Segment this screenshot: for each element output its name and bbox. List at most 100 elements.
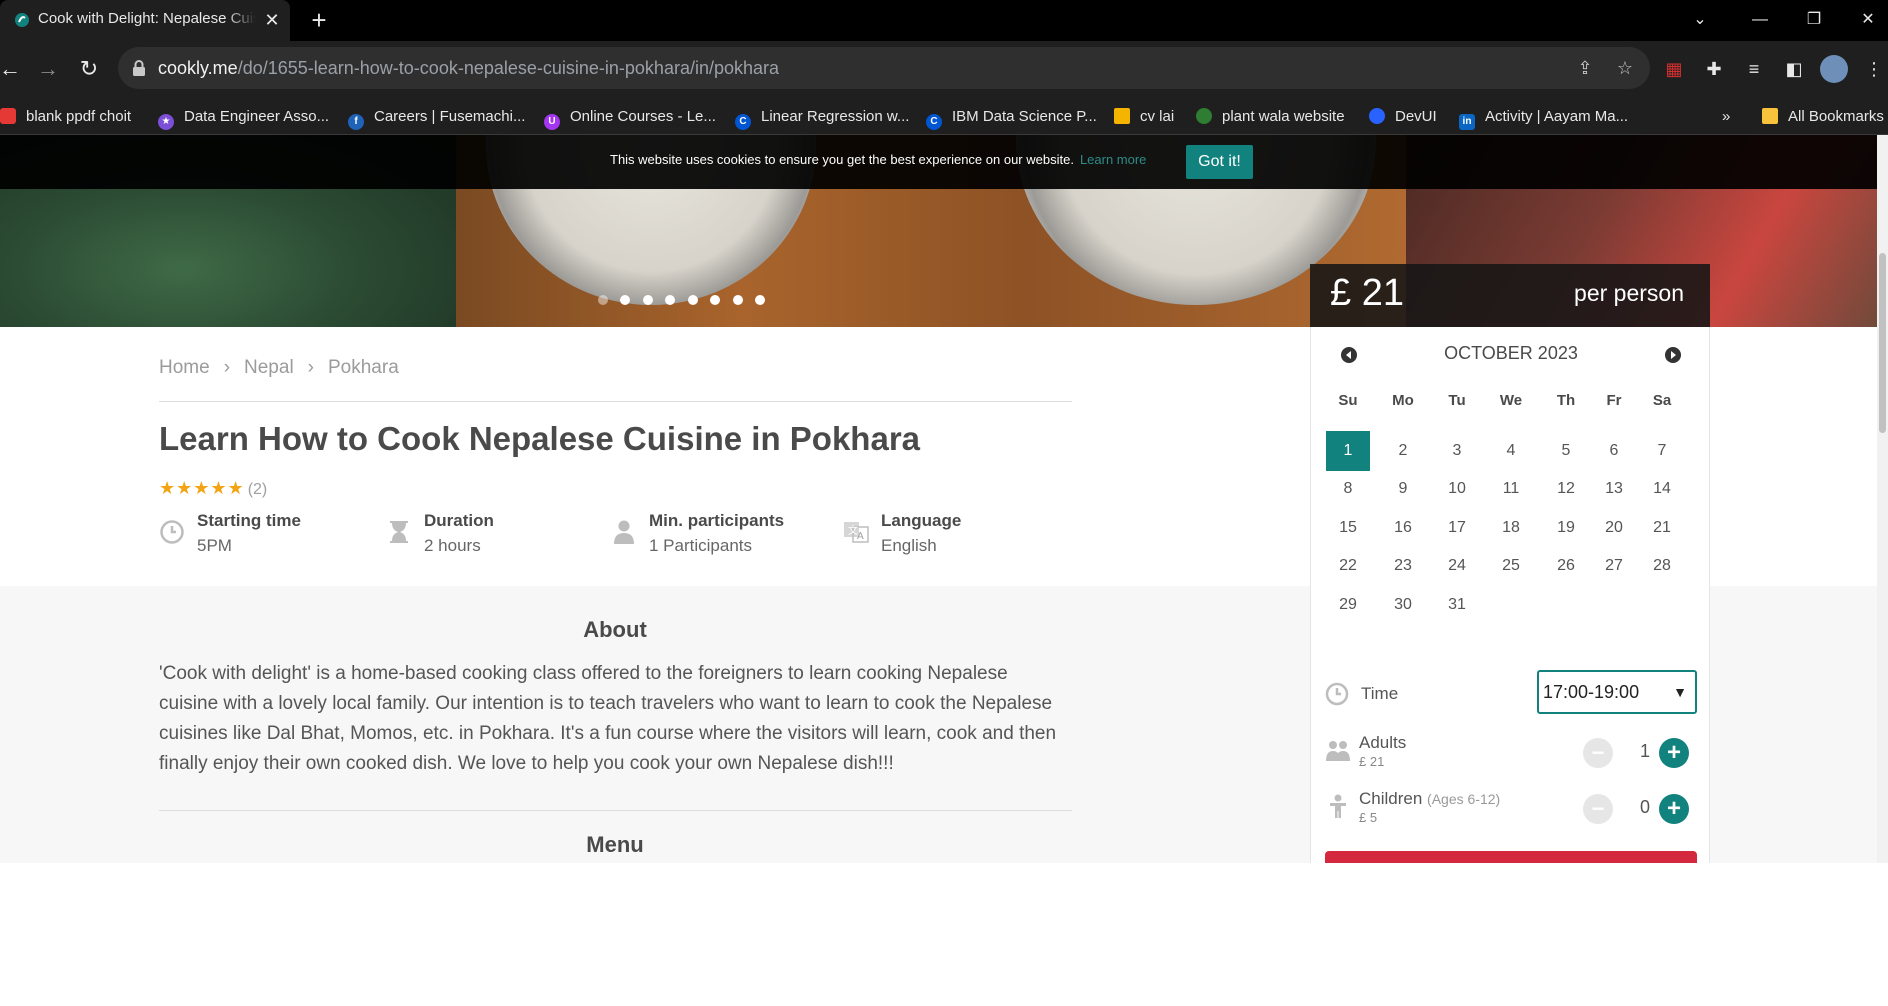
calendar-day[interactable]: 15 (1326, 508, 1370, 548)
reload-icon[interactable]: ↻ (73, 53, 105, 85)
calendar-day[interactable]: 5 (1544, 431, 1588, 471)
calendar-day[interactable]: 4 (1489, 431, 1533, 471)
calendar-day[interactable]: 8 (1326, 469, 1370, 509)
calendar-day[interactable]: 3 (1435, 431, 1479, 471)
calendar-day[interactable]: 16 (1381, 508, 1425, 548)
review-count[interactable]: (2) (248, 481, 268, 498)
breadcrumb-pokhara[interactable]: Pokhara (328, 357, 399, 378)
weekday-header: Su (1338, 392, 1358, 409)
extensions-puzzle-icon[interactable]: ✚ (1700, 55, 1728, 83)
calendar-day[interactable]: 12 (1544, 469, 1588, 509)
hero-slider[interactable]: This website uses cookies to ensure you … (0, 135, 1888, 327)
bookmark-item[interactable]: DevUI (1369, 106, 1437, 128)
calendar-day[interactable]: 22 (1326, 546, 1370, 586)
bookmark-item[interactable]: plant wala website (1196, 106, 1345, 128)
bookmark-item[interactable]: cv lai (1114, 106, 1174, 128)
google-drive-icon (1114, 108, 1130, 124)
calendar-day[interactable]: 25 (1489, 546, 1533, 586)
calendar-day[interactable]: 20 (1592, 508, 1636, 548)
devui-icon (1369, 108, 1385, 124)
bookmark-item[interactable]: f Careers | Fusemachi... (348, 106, 525, 130)
calendar-day[interactable]: 14 (1640, 469, 1684, 509)
fact-value: 2 hours (424, 536, 481, 555)
calendar-day[interactable]: 9 (1381, 469, 1425, 509)
slider-dot[interactable] (620, 295, 630, 305)
calendar-day-selected[interactable]: 1 (1326, 431, 1370, 471)
close-icon[interactable]: ✕ (262, 10, 282, 30)
adults-decrease-button[interactable]: − (1583, 738, 1613, 768)
tab-search-icon[interactable]: ⌄ (1680, 6, 1720, 34)
calendar-day[interactable]: 24 (1435, 546, 1479, 586)
minimize-icon[interactable]: — (1740, 6, 1780, 34)
breadcrumb-home[interactable]: Home (159, 357, 210, 378)
calendar-next-icon[interactable] (1665, 347, 1681, 363)
calendar-day[interactable]: 18 (1489, 508, 1533, 548)
breadcrumb-nepal[interactable]: Nepal (244, 357, 294, 378)
rating[interactable]: ★★★★★ (2) (159, 478, 267, 499)
browser-toolbar: ← → ↻ cookly.me/do/1655-learn-how-to-coo… (0, 41, 1888, 97)
calendar-day[interactable]: 28 (1640, 546, 1684, 586)
share-icon[interactable]: ⇪ (1574, 57, 1596, 79)
bookmark-item[interactable]: C IBM Data Science P... (926, 106, 1097, 130)
fact-label: Starting time (197, 511, 301, 530)
profile-avatar[interactable] (1820, 55, 1848, 83)
calendar-day[interactable]: 10 (1435, 469, 1479, 509)
calendar-day[interactable]: 23 (1381, 546, 1425, 586)
close-window-icon[interactable]: ✕ (1848, 6, 1888, 34)
more-menu-icon[interactable]: ⋮ (1860, 55, 1888, 83)
calendar-month: OCTOBER 2023 (1444, 343, 1578, 363)
slider-dot[interactable] (710, 295, 720, 305)
active-tab[interactable]: Cook with Delight: Nepalese Cuisine ✕ (0, 0, 290, 41)
calendar-day[interactable]: 2 (1381, 431, 1425, 471)
group-icon (1326, 741, 1350, 761)
star-icon: ★ (158, 114, 174, 130)
calendar-day[interactable]: 11 (1489, 469, 1533, 509)
calendar-day[interactable]: 26 (1544, 546, 1588, 586)
bookmark-item[interactable]: blank ppdf choit (0, 106, 131, 128)
back-icon[interactable]: ← (0, 53, 26, 85)
calendar-day[interactable]: 17 (1435, 508, 1479, 548)
calendar-day[interactable]: 7 (1640, 431, 1684, 471)
cookie-accept-button[interactable]: Got it! (1186, 145, 1253, 179)
new-tab-icon[interactable]: + (306, 7, 332, 34)
bookmark-item[interactable]: U Online Courses - Le... (544, 106, 716, 130)
slider-dot[interactable] (688, 295, 698, 305)
coursera-icon: C (735, 114, 751, 130)
all-bookmarks[interactable]: All Bookmarks (1762, 106, 1884, 128)
extension-calendar-icon[interactable]: ▦ (1660, 55, 1688, 83)
bookmark-item[interactable]: in Activity | Aayam Ma... (1459, 106, 1628, 130)
page-scrollbar[interactable] (1877, 135, 1888, 863)
calendar-day[interactable]: 29 (1326, 585, 1370, 625)
chevron-down-icon: ▼ (1673, 684, 1687, 700)
calendar-day[interactable]: 30 (1381, 585, 1425, 625)
address-bar[interactable]: cookly.me/do/1655-learn-how-to-cook-nepa… (118, 47, 1650, 89)
bookmarks-overflow-icon[interactable]: » (1722, 106, 1730, 128)
slider-dot[interactable] (755, 295, 765, 305)
scrollbar-thumb[interactable] (1879, 253, 1886, 433)
restore-icon[interactable]: ❐ (1794, 6, 1834, 34)
time-select[interactable]: 17:00-19:00 ▼ (1537, 670, 1697, 714)
children-increase-button[interactable]: + (1659, 794, 1689, 824)
media-queue-icon[interactable]: ≡ (1740, 55, 1768, 83)
children-decrease-button[interactable]: − (1583, 794, 1613, 824)
calendar-day[interactable]: 27 (1592, 546, 1636, 586)
slider-dot[interactable] (643, 295, 653, 305)
side-panel-icon[interactable]: ◧ (1780, 55, 1808, 83)
bookmark-item[interactable]: ★ Data Engineer Asso... (158, 106, 329, 130)
slider-dot[interactable] (665, 295, 675, 305)
bookmark-star-icon[interactable]: ☆ (1614, 57, 1636, 79)
slider-dot[interactable] (598, 295, 608, 305)
url-host: cookly.me (158, 58, 238, 78)
fact-label: Duration (424, 511, 494, 530)
learn-more-link[interactable]: Learn more (1080, 152, 1146, 167)
calendar-day[interactable]: 6 (1592, 431, 1636, 471)
forward-icon[interactable]: → (32, 53, 64, 85)
adults-increase-button[interactable]: + (1659, 738, 1689, 768)
calendar-day[interactable]: 13 (1592, 469, 1636, 509)
calendar-day[interactable]: 21 (1640, 508, 1684, 548)
bookmark-item[interactable]: C Linear Regression w... (735, 106, 909, 130)
book-now-button[interactable] (1325, 851, 1697, 863)
calendar-day[interactable]: 19 (1544, 508, 1588, 548)
slider-dot[interactable] (733, 295, 743, 305)
calendar-day[interactable]: 31 (1435, 585, 1479, 625)
